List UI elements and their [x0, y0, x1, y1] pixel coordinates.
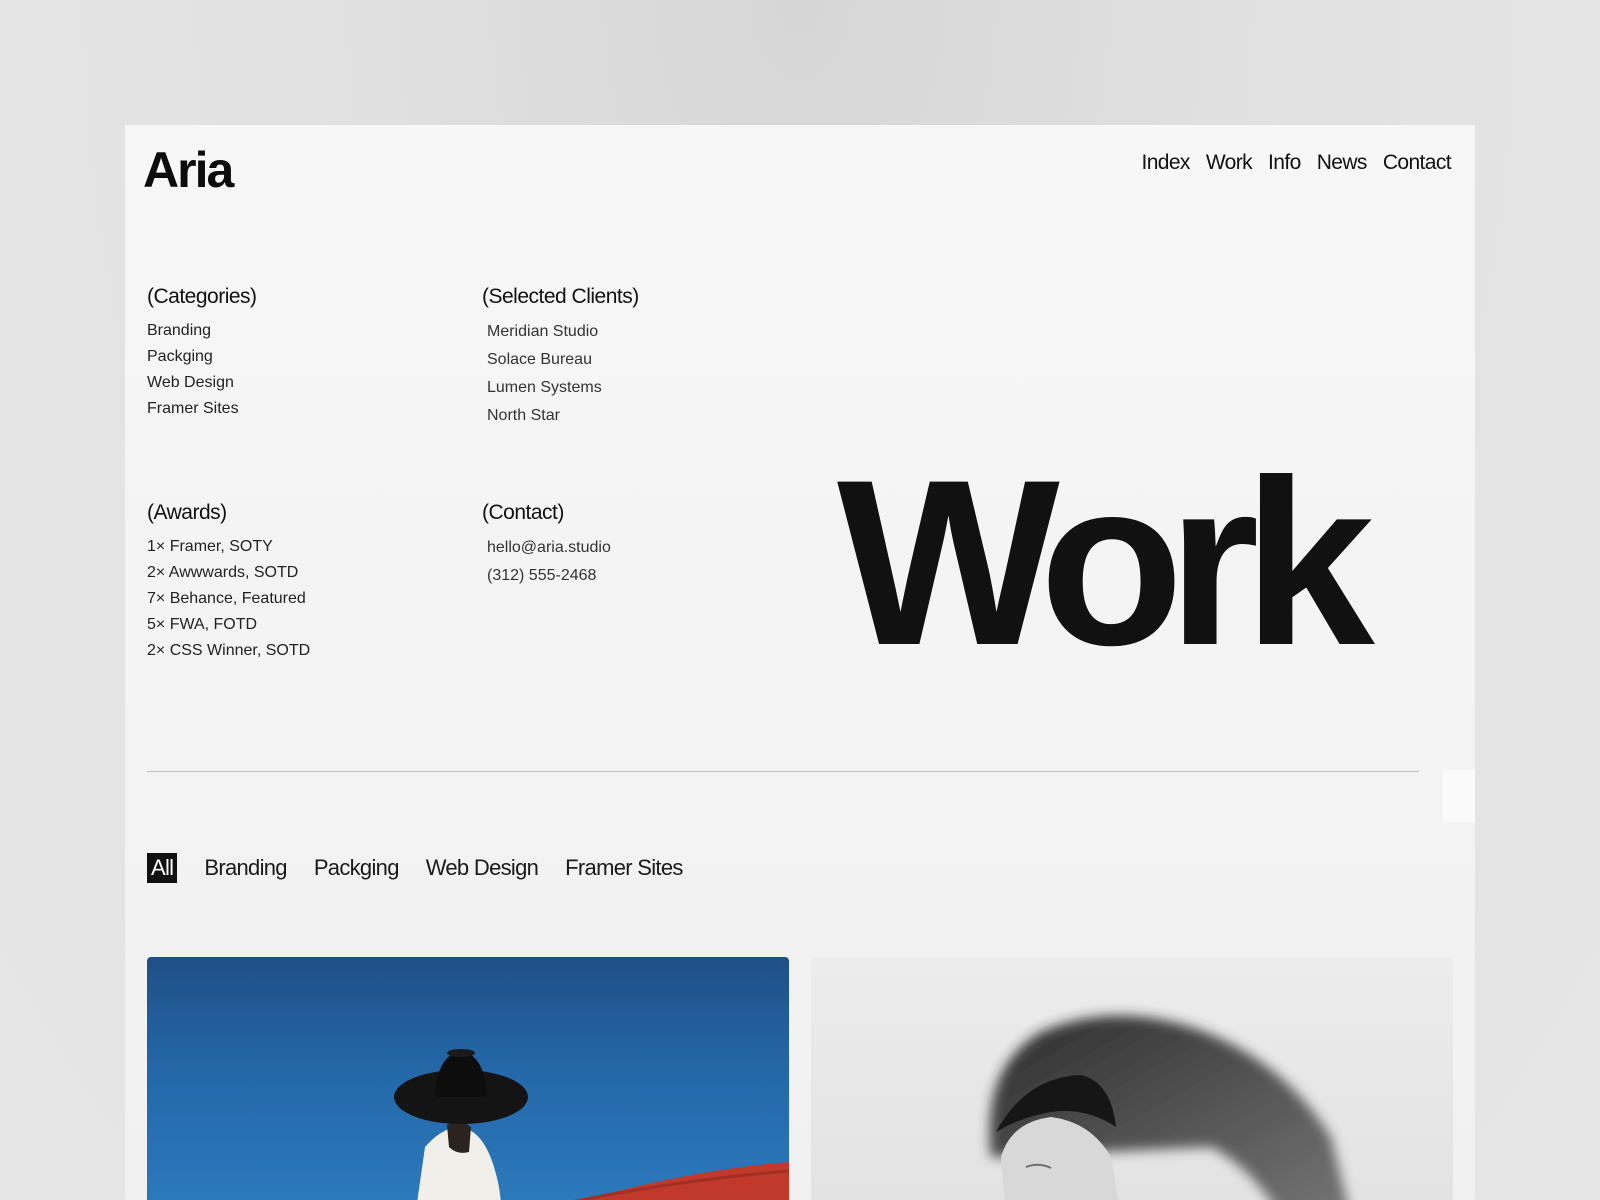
nav-info[interactable]: Info	[1268, 151, 1301, 175]
nav-contact[interactable]: Contact	[1383, 151, 1452, 175]
portrait-image	[989, 1015, 1347, 1200]
categories-section: (Categories) Branding Packging Web Desig…	[147, 285, 257, 422]
brand-logo[interactable]: Aria	[143, 141, 234, 199]
filter-bar: All Branding Packging Web Design Framer …	[147, 853, 683, 883]
section-divider	[147, 771, 1419, 772]
hat-figure-image	[394, 1049, 789, 1200]
award-item: 1× Framer, SOTY	[147, 538, 273, 555]
contact-section: (Contact) hello@aria.studio (312) 555-24…	[482, 501, 611, 590]
awards-heading: (Awards)	[147, 501, 227, 524]
clients-heading: (Selected Clients)	[482, 285, 639, 308]
filter-packging[interactable]: Packging	[314, 855, 400, 881]
awards-section: (Awards) 1× Framer, SOTY 2× Awwwards, SO…	[147, 501, 310, 664]
contact-email[interactable]: hello@aria.studio	[482, 534, 611, 562]
category-item: Web Design	[147, 374, 234, 391]
award-item: 2× CSS Winner, SOTD	[147, 642, 311, 659]
filter-branding[interactable]: Branding	[204, 855, 287, 881]
categories-heading: (Categories)	[147, 285, 257, 308]
project-card-hat[interactable]	[147, 957, 789, 1200]
client-item: Lumen Systems	[487, 379, 602, 396]
filter-framer-sites[interactable]: Framer Sites	[565, 855, 683, 881]
award-item: 7× Behance, Featured	[147, 590, 306, 607]
filter-all[interactable]: All	[147, 853, 178, 883]
award-item: 5× FWA, FOTD	[147, 616, 258, 633]
contact-phone[interactable]: (312) 555-2468	[482, 562, 611, 590]
category-item: Branding	[147, 322, 212, 339]
nav-work[interactable]: Work	[1206, 151, 1253, 175]
project-card-portrait[interactable]	[811, 957, 1453, 1200]
nav-news[interactable]: News	[1317, 151, 1368, 175]
award-item: 2× Awwwards, SOTD	[147, 564, 299, 581]
client-item: Solace Bureau	[487, 351, 592, 368]
main-nav: Index Work Info News Contact	[1141, 151, 1451, 175]
nav-index[interactable]: Index	[1141, 151, 1190, 175]
filter-web-design[interactable]: Web Design	[426, 855, 539, 881]
contact-heading: (Contact)	[482, 501, 564, 524]
category-item: Framer Sites	[147, 400, 239, 417]
portfolio-page: Aria Index Work Info News Contact (Categ…	[125, 125, 1475, 1200]
client-item: Meridian Studio	[487, 323, 599, 340]
category-item: Packging	[147, 348, 213, 365]
clients-section: (Selected Clients) Meridian Studio Solac…	[482, 285, 639, 430]
edge-tab	[1443, 770, 1475, 822]
client-item: North Star	[487, 407, 560, 424]
hero-title: Work	[837, 431, 1375, 695]
